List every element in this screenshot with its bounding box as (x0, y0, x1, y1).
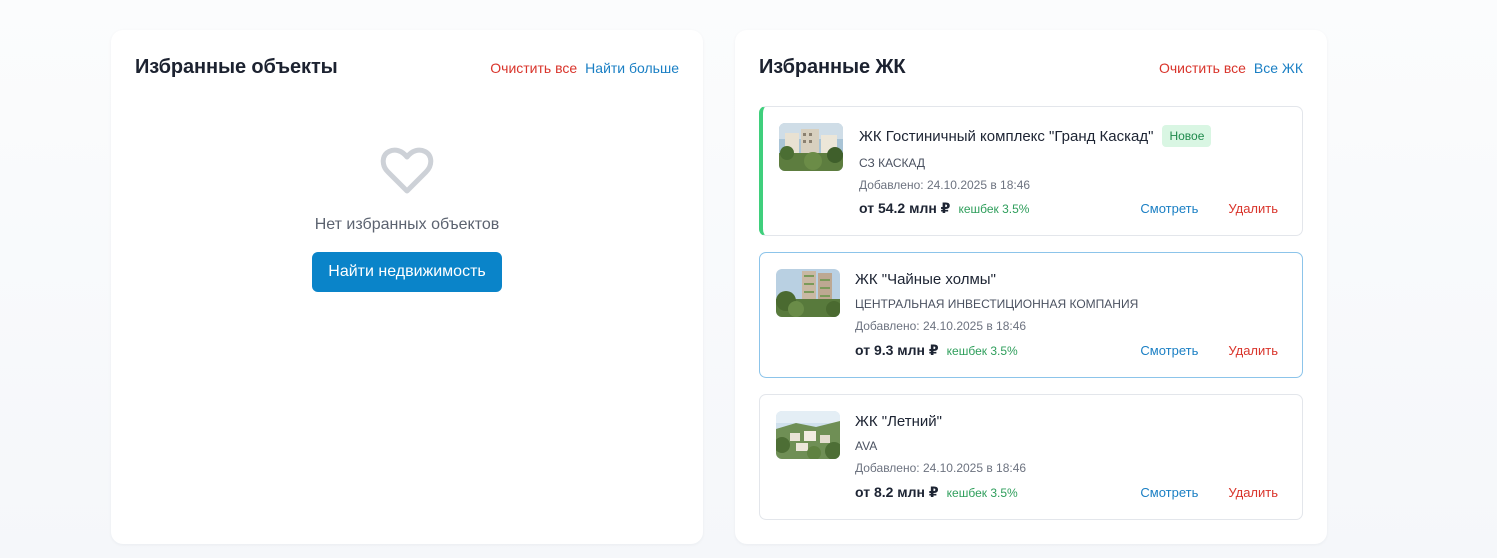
complex-info: ЖК "Летний" AVA Добавлено: 24.10.2025 в … (855, 413, 1286, 475)
new-badge: Новое (1162, 125, 1212, 147)
complex-actions: Смотреть Удалить (1140, 343, 1278, 358)
complex-name-row: ЖК "Летний" (855, 413, 1286, 430)
complex-cashback: кешбек 3.5% (946, 486, 1018, 500)
empty-state-text: Нет избранных объектов (314, 216, 500, 233)
favorite-objects-title: Избранные объекты (135, 56, 338, 78)
complex-name[interactable]: ЖК "Летний" (855, 413, 942, 430)
favorite-complexes-title: Избранные ЖК (759, 56, 906, 78)
complex-added-date: Добавлено: 24.10.2025 в 18:46 (855, 319, 1027, 333)
all-complexes-link[interactable]: Все ЖК (1254, 60, 1303, 76)
complex-info: ЖК "Чайные холмы" ЦЕНТРАЛЬНАЯ ИНВЕСТИЦИО… (855, 271, 1286, 333)
complex-developer: СЗ КАСКАД (859, 156, 926, 170)
complex-price: от 9.3 млн ₽ (855, 342, 939, 358)
complex-name-row: ЖК "Чайные холмы" (855, 271, 1286, 288)
view-complex-link[interactable]: Смотреть (1140, 343, 1198, 358)
complex-developer: ЦЕНТРАЛЬНАЯ ИНВЕСТИЦИОННАЯ КОМПАНИЯ (855, 297, 1139, 311)
complex-actions: Смотреть Удалить (1140, 201, 1278, 216)
complex-thumbnail[interactable] (776, 269, 840, 317)
favorite-complexes-actions: Очистить все Все ЖК (1159, 60, 1303, 76)
empty-state: Нет избранных объектов Найти недвижимост… (111, 146, 703, 292)
complex-list: ЖК Гостиничный комплекс "Гранд Каскад" Н… (759, 106, 1303, 520)
complex-cashback: кешбек 3.5% (946, 344, 1018, 358)
clear-all-objects-link[interactable]: Очистить все (490, 60, 577, 76)
complex-added-date: Добавлено: 24.10.2025 в 18:46 (859, 178, 1031, 192)
complex-price: от 8.2 млн ₽ (855, 484, 939, 500)
complex-developer: AVA (855, 439, 878, 453)
favorite-objects-card: Избранные объекты Очистить все Найти бол… (111, 30, 703, 544)
find-property-button[interactable]: Найти недвижимость (312, 252, 502, 292)
complex-added-date: Добавлено: 24.10.2025 в 18:46 (855, 461, 1027, 475)
complex-price-row: от 8.2 млн ₽ кешбек 3.5% Смотреть Удалит… (855, 484, 1278, 501)
complex-price-row: от 9.3 млн ₽ кешбек 3.5% Смотреть Удалит… (855, 342, 1278, 359)
complex-info: ЖК Гостиничный комплекс "Гранд Каскад" Н… (859, 125, 1286, 192)
delete-complex-link[interactable]: Удалить (1228, 201, 1278, 216)
complex-card[interactable]: ЖК "Чайные холмы" ЦЕНТРАЛЬНАЯ ИНВЕСТИЦИО… (759, 252, 1303, 378)
clear-all-complexes-link[interactable]: Очистить все (1159, 60, 1246, 76)
find-more-link[interactable]: Найти больше (585, 60, 679, 76)
favorite-objects-header: Избранные объекты Очистить все Найти бол… (135, 56, 679, 79)
complex-price-row: от 54.2 млн ₽ кешбек 3.5% Смотреть Удали… (859, 200, 1278, 217)
complex-thumbnail[interactable] (776, 411, 840, 459)
favorite-complexes-header: Избранные ЖК Очистить все Все ЖК (759, 56, 1303, 79)
complex-name-row: ЖК Гостиничный комплекс "Гранд Каскад" Н… (859, 125, 1286, 147)
complex-thumbnail[interactable] (779, 123, 843, 171)
view-complex-link[interactable]: Смотреть (1140, 201, 1198, 216)
delete-complex-link[interactable]: Удалить (1228, 343, 1278, 358)
heart-icon (379, 146, 435, 196)
favorite-complexes-card: Избранные ЖК Очистить все Все ЖК ЖК Гост… (735, 30, 1327, 544)
complex-card[interactable]: ЖК Гостиничный комплекс "Гранд Каскад" Н… (759, 106, 1303, 236)
complex-name[interactable]: ЖК "Чайные холмы" (855, 271, 996, 288)
delete-complex-link[interactable]: Удалить (1228, 485, 1278, 500)
favorite-objects-actions: Очистить все Найти больше (490, 60, 679, 76)
complex-name[interactable]: ЖК Гостиничный комплекс "Гранд Каскад" (859, 128, 1153, 145)
view-complex-link[interactable]: Смотреть (1140, 485, 1198, 500)
complex-cashback: кешбек 3.5% (958, 202, 1030, 216)
complex-price: от 54.2 млн ₽ (859, 200, 951, 216)
complex-card[interactable]: ЖК "Летний" AVA Добавлено: 24.10.2025 в … (759, 394, 1303, 520)
complex-actions: Смотреть Удалить (1140, 485, 1278, 500)
